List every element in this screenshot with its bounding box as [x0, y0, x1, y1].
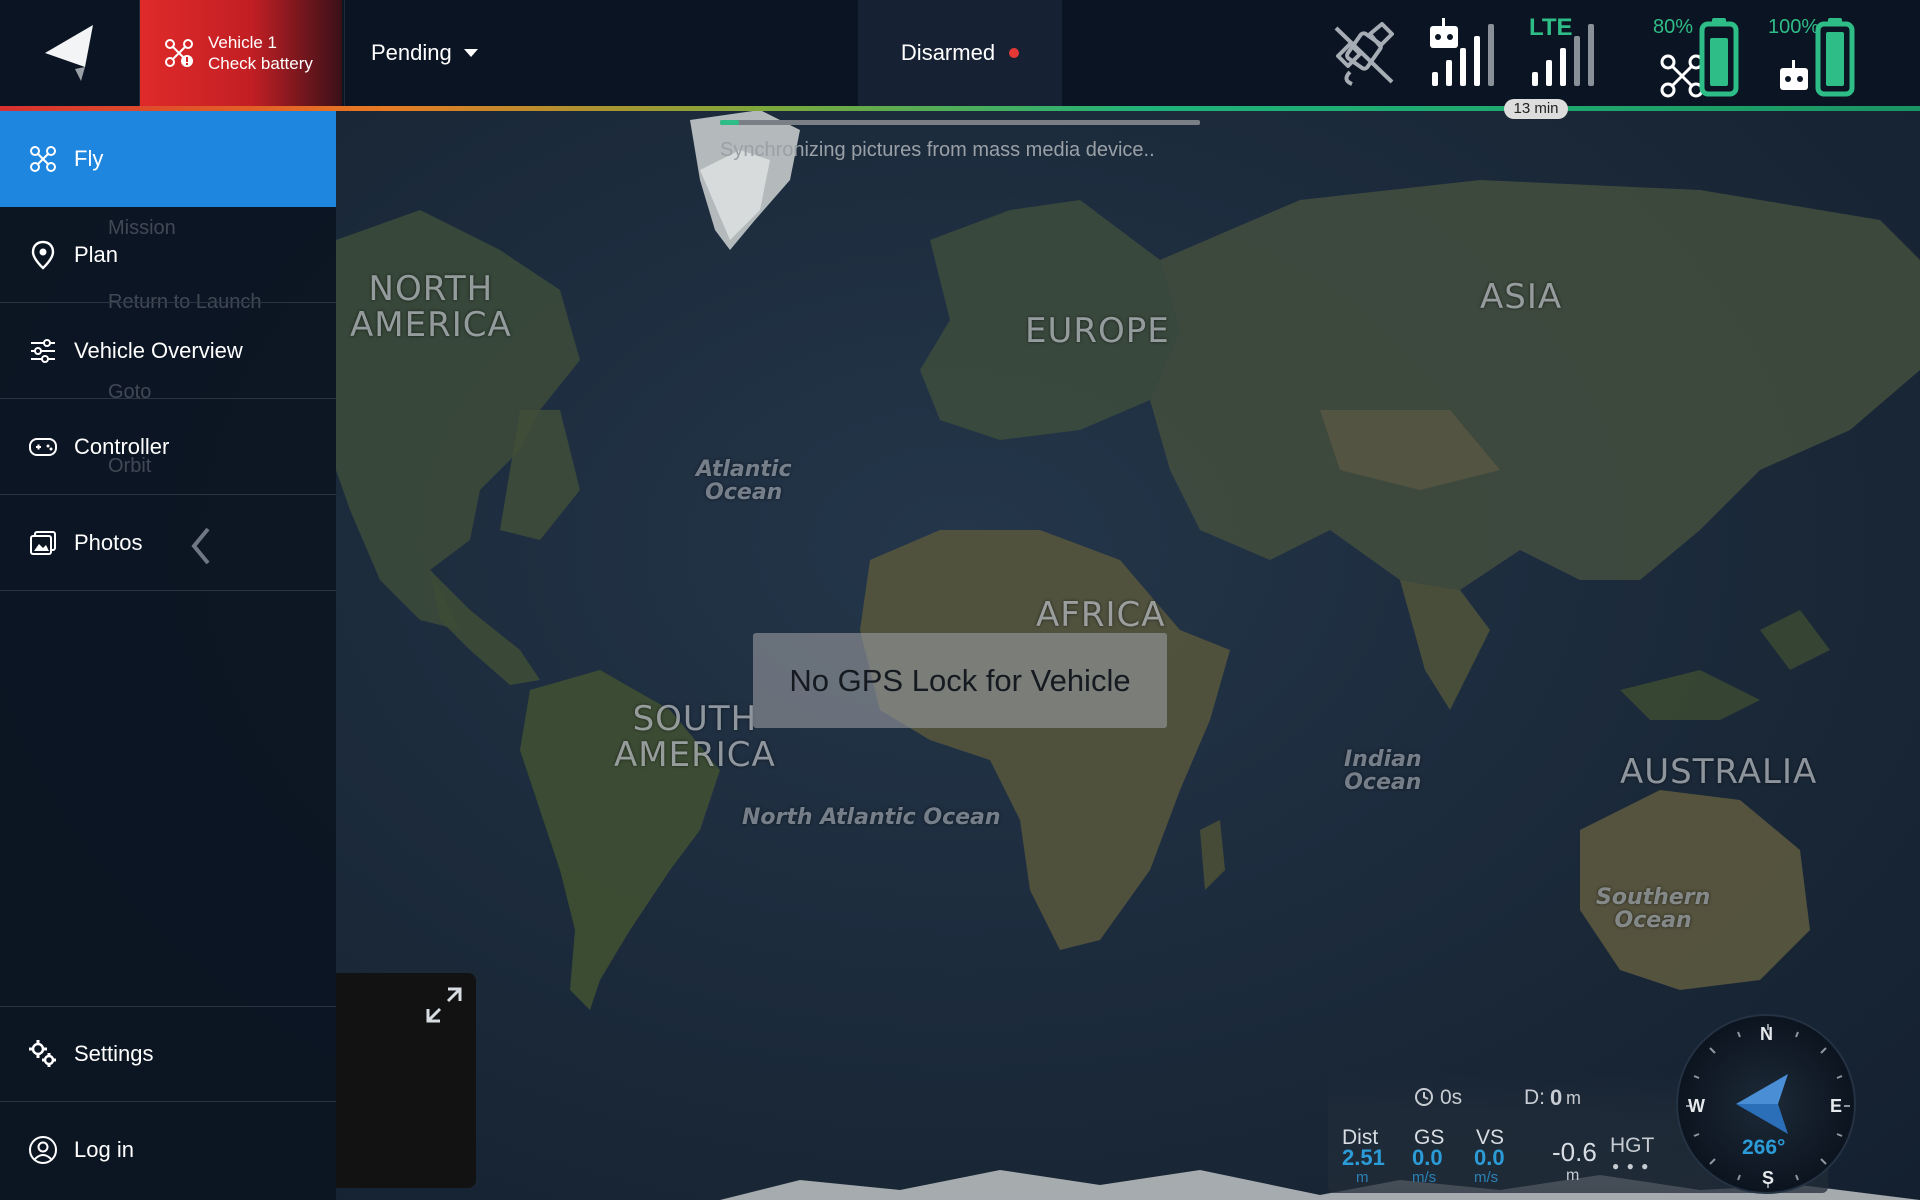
sidebar-item-controller-label: Controller — [74, 433, 170, 459]
compass-west: W — [1688, 1096, 1705, 1116]
flight-time-remaining: 13 min — [1504, 99, 1568, 119]
pending-dropdown[interactable]: Pending — [344, 0, 494, 106]
lte-signal-icon — [1532, 24, 1594, 86]
compass: N S E W 266° — [1676, 1014, 1856, 1194]
sidebar-item-settings-label: Settings — [74, 1041, 154, 1066]
sync-progress: Synchronizing pictures from mass media d… — [720, 120, 1200, 162]
arm-state-button[interactable]: Disarmed — [858, 0, 1062, 106]
hgt-value: -0.6 — [1552, 1137, 1597, 1167]
hgt-label: HGT — [1610, 1134, 1655, 1157]
photos-icon — [28, 528, 58, 558]
app-logo-button[interactable] — [0, 0, 140, 106]
gamepad-icon — [28, 432, 58, 462]
sidebar-menu: Mission Return to Launch Goto Orbit Fly … — [0, 111, 336, 1200]
map-label-africa: AFRICA — [1036, 595, 1166, 635]
map-label-southern-ocean: Southern Ocean — [1596, 885, 1711, 934]
gps-off-satellite-icon[interactable] — [1330, 22, 1400, 88]
sidebar-item-fly-label: Fly — [74, 146, 104, 171]
sync-progress-label: Synchronizing pictures from mass media d… — [720, 139, 1155, 161]
distance-d-value: 0 — [1550, 1085, 1563, 1110]
gears-icon — [28, 1039, 58, 1069]
distance-d-unit: m — [1566, 1088, 1581, 1108]
map-label-asia: ASIA — [1480, 277, 1563, 317]
status-indicators: LTE 80% 100% — [1320, 0, 1920, 106]
sidebar-item-login[interactable]: Log in — [0, 1102, 336, 1198]
compass-east: E — [1830, 1096, 1843, 1116]
sidebar-item-settings[interactable]: Settings — [0, 1006, 336, 1102]
drone-icon — [28, 144, 58, 174]
user-circle-icon — [28, 1135, 58, 1165]
sidebar-item-plan[interactable]: Plan — [0, 207, 336, 303]
pending-label: Pending — [371, 40, 452, 65]
vehicle-alert-button[interactable]: Vehicle 1 Check battery — [140, 0, 342, 106]
paper-plane-logo-icon — [44, 25, 93, 81]
sidebar-item-photos[interactable]: Photos — [0, 495, 336, 591]
vs-unit: m/s — [1474, 1169, 1499, 1186]
dist-value: 2.51 — [1342, 1145, 1385, 1170]
sync-progress-fill — [720, 120, 740, 125]
gs-unit: m/s — [1412, 1169, 1437, 1186]
sliders-icon — [28, 336, 58, 366]
drone-warning-icon — [165, 39, 193, 67]
rc-signal-icon — [1430, 18, 1494, 86]
vehicle-name: Vehicle 1 — [208, 33, 277, 52]
map-label-europe: EUROPE — [1025, 311, 1170, 351]
vehicle-alert-message: Check battery — [208, 54, 313, 73]
map-label-north-atlantic-ocean: North Atlantic Ocean — [742, 805, 1001, 830]
mini-video-view[interactable] — [336, 973, 476, 1188]
sidebar-item-vehicle-overview[interactable]: Vehicle Overview — [0, 303, 336, 399]
heading-arrow-icon — [1736, 1074, 1788, 1134]
drone-battery-icon — [1660, 18, 1739, 98]
controller-battery-icon — [1780, 18, 1855, 97]
map-label-south-america: SOUTH AMERICA — [614, 699, 776, 775]
gps-lock-message: No GPS Lock for Vehicle — [753, 633, 1167, 728]
clock-icon — [1415, 1088, 1433, 1106]
map-label-australia: AUSTRALIA — [1620, 752, 1818, 792]
map-label-indian-ocean: Indian Ocean — [1344, 747, 1422, 796]
map-label-atlantic-ocean: Atlantic Ocean — [696, 457, 792, 506]
chevron-down-icon — [463, 49, 478, 57]
sidebar-item-fly[interactable]: Fly — [0, 111, 336, 207]
top-toolbar: Vehicle 1 Check battery Pending Disarmed — [0, 0, 1920, 106]
sidebar-item-plan-label: Plan — [74, 241, 119, 267]
vs-value: 0.0 — [1474, 1145, 1505, 1170]
dist-unit: m — [1356, 1169, 1369, 1186]
expand-icon[interactable] — [424, 985, 464, 1025]
flight-time-value: 0s — [1440, 1086, 1463, 1109]
hgt-unit: m — [1566, 1167, 1580, 1184]
collapse-chevron-left-icon[interactable] — [186, 521, 216, 571]
arm-state-indicator — [1009, 48, 1020, 58]
hgt-dots-icon: ● ● ● — [1612, 1159, 1651, 1173]
distance-d-label: D: — [1524, 1086, 1545, 1109]
compass-south: S — [1762, 1168, 1775, 1188]
compass-north: N — [1760, 1024, 1773, 1044]
gs-value: 0.0 — [1412, 1145, 1443, 1170]
map-pin-icon — [28, 240, 58, 270]
heading-value: 266° — [1742, 1136, 1786, 1159]
sidebar-item-photos-label: Photos — [74, 529, 143, 555]
sidebar-item-login-label: Log in — [74, 1137, 134, 1162]
arm-state-label: Disarmed — [900, 40, 996, 65]
sync-progress-track — [720, 120, 1200, 125]
sidebar-item-controller[interactable]: Controller — [0, 399, 336, 495]
map-label-north-america: NORTH AMERICA — [350, 269, 512, 345]
sidebar-item-vehicle-overview-label: Vehicle Overview — [74, 337, 243, 363]
